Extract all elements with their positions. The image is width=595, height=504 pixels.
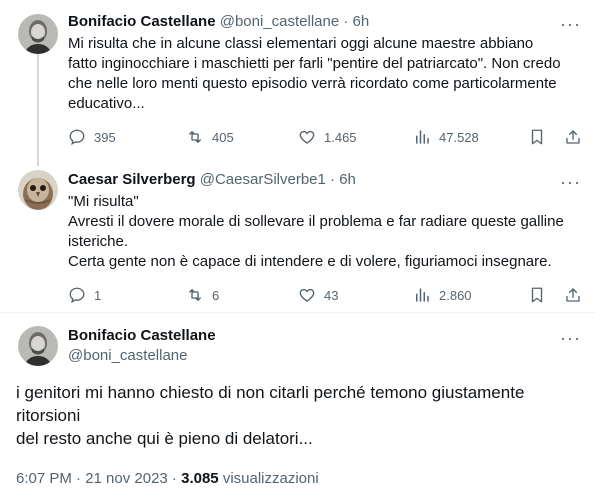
like-count: 1.465 (324, 129, 357, 145)
views-label: visualizzazioni (218, 470, 319, 487)
tweet-time[interactable]: · 6h (343, 13, 369, 30)
like-count: 43 (324, 287, 339, 303)
more-options-icon[interactable]: ··· (560, 173, 581, 191)
views-count: 3.085 (181, 470, 219, 487)
author-name[interactable]: Caesar Silverberg (68, 171, 196, 188)
reply-icon (69, 129, 85, 146)
retweet-count: 6 (212, 287, 220, 303)
tweet-time[interactable]: · 6h (330, 171, 356, 188)
tweet-line: isteriche. (68, 233, 129, 250)
retweet-count: 405 (212, 129, 234, 145)
tweet-line: ritorsioni (16, 406, 81, 425)
tweet-text: i genitori mi hanno chiesto di non citar… (16, 381, 524, 450)
more-options-icon[interactable]: ··· (560, 329, 581, 347)
author-handle[interactable]: @CaesarSilverbe1 (200, 171, 326, 188)
bookmark-button[interactable] (526, 284, 548, 306)
analytics-icon (416, 288, 429, 302)
bookmark-button[interactable] (526, 126, 548, 148)
tweet-line: fatto inginocchiare i maschietti per far… (68, 55, 561, 72)
tweet-line: che nelle loro menti questo episodio ver… (68, 75, 557, 92)
views-button[interactable]: 47.528 (413, 126, 479, 148)
tweet-line: Avresti il dovere morale di sollevare il… (68, 213, 564, 230)
reply-button[interactable]: 395 (68, 126, 116, 148)
tweet-text: "Mi risulta" Avresti il dovere morale di… (68, 192, 564, 272)
views-count: 47.528 (439, 129, 479, 145)
views-count: 2.860 (439, 287, 472, 303)
heart-icon (299, 288, 315, 302)
tweet-line: Mi risulta che in alcune classi elementa… (68, 35, 534, 52)
author-name[interactable]: Bonifacio Castellane (68, 327, 216, 344)
retweet-icon (189, 289, 201, 301)
tweet-meta: 6:07 PM · 21 nov 2023 · 3.085 visualizza… (16, 470, 319, 487)
share-button[interactable] (562, 126, 584, 148)
reply-count: 1 (94, 287, 102, 303)
bookmark-icon (531, 287, 543, 303)
reply-icon (69, 287, 85, 304)
divider (0, 312, 595, 313)
share-button[interactable] (562, 284, 584, 306)
avatar[interactable] (18, 14, 58, 54)
author-name[interactable]: Bonifacio Castellane (68, 13, 216, 30)
tweet-line: del resto anche qui è pieno di delatori.… (16, 429, 313, 448)
share-icon (566, 288, 580, 302)
tweet-timestamp[interactable]: 6:07 PM · 21 nov 2023 · (16, 470, 181, 487)
reply-button[interactable]: 1 (68, 284, 101, 306)
tweet-text: Mi risulta che in alcune classi elementa… (68, 34, 561, 114)
author-handle[interactable]: @boni_castellane (220, 13, 339, 30)
avatar[interactable] (18, 326, 58, 366)
avatar[interactable] (18, 170, 58, 210)
tweet-line: educativo... (68, 95, 145, 112)
analytics-icon (416, 130, 429, 144)
share-icon (566, 130, 580, 144)
tweet-line: i genitori mi hanno chiesto di non citar… (16, 383, 525, 402)
author-handle[interactable]: @boni_castellane (68, 347, 187, 364)
like-button[interactable]: 43 (298, 284, 338, 306)
retweet-button[interactable]: 6 (186, 284, 219, 306)
heart-icon (299, 130, 315, 144)
like-button[interactable]: 1.465 (298, 126, 357, 148)
more-options-icon[interactable]: ··· (560, 15, 581, 33)
bookmark-icon (531, 129, 543, 145)
reply-count: 395 (94, 129, 116, 145)
views-button[interactable]: 2.860 (413, 284, 472, 306)
retweet-icon (189, 131, 201, 143)
tweet-line: Certa gente non è capace di intendere e … (68, 253, 552, 270)
tweet-line: "Mi risulta" (68, 193, 139, 210)
thread-line (37, 54, 39, 166)
retweet-button[interactable]: 405 (186, 126, 234, 148)
